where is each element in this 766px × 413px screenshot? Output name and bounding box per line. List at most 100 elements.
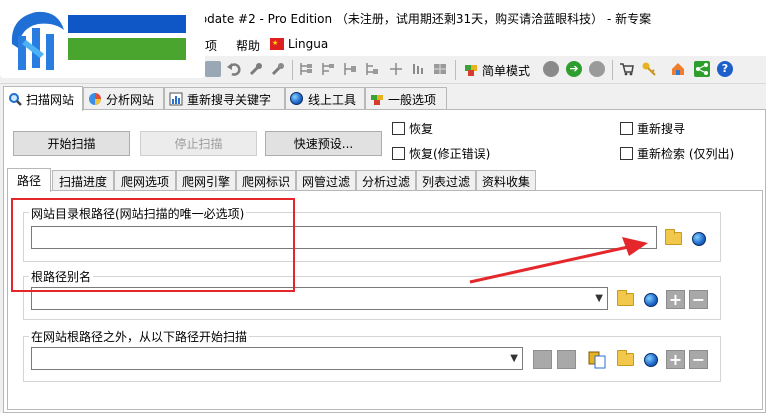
alias-browse-button[interactable] [615, 289, 636, 310]
split-icon[interactable] [388, 61, 404, 77]
checkbox-box[interactable] [620, 122, 633, 135]
undo-icon[interactable] [226, 61, 242, 77]
globe-icon [290, 92, 304, 106]
tree-level-icon[interactable] [342, 61, 358, 77]
globe-icon [643, 292, 658, 307]
help-icon[interactable]: ? [717, 61, 733, 77]
folder-icon [617, 290, 634, 306]
main-tabs: 扫描网站 分析网站 重新搜寻关键字 线上工具 一般选项 [0, 86, 766, 111]
toolbar-separator [612, 60, 613, 80]
menu-help[interactable]: 帮助 [236, 37, 260, 54]
key-icon[interactable] [641, 61, 657, 77]
watermark-logo [0, 0, 205, 78]
outside-add-button[interactable]: + [665, 349, 686, 370]
tab-analyze-site[interactable]: 分析网站 [83, 87, 164, 110]
tab-path[interactable]: 路径 [7, 168, 51, 192]
tab-research-keywords[interactable]: 重新搜寻关键字 [164, 87, 285, 110]
folder-icon [617, 350, 634, 366]
resume-checkbox[interactable]: 恢复 [392, 120, 433, 137]
menu-options[interactable]: 项 [205, 37, 217, 54]
copy-paste-icon [588, 351, 605, 368]
tab-scan-progress[interactable]: 扫描进度 [52, 170, 114, 191]
checkbox-box[interactable] [392, 122, 405, 135]
outside-root-label: 在网站根路径之外，从以下路径开始扫描 [29, 328, 250, 345]
tab-label: 一般选项 [388, 92, 437, 107]
pie-chart-icon [88, 92, 102, 106]
china-flag-icon: ★ [270, 38, 284, 50]
outside-copy-button[interactable] [586, 349, 607, 370]
save-icon[interactable] [205, 61, 221, 77]
window-title: Jpdate #2 - Pro Edition （未注册，试用期还剩31天，购买… [196, 12, 652, 26]
resume-fix-checkbox[interactable]: 恢复(修正错误) [392, 145, 490, 162]
stop-scan-button[interactable]: 停止扫描 [140, 131, 257, 156]
annotation-highlight-box [11, 198, 295, 292]
checkbox-box[interactable] [620, 147, 633, 160]
folder-icon [665, 229, 682, 245]
tab-label: 重新搜寻关键字 [187, 92, 272, 107]
cart-icon[interactable] [619, 61, 635, 77]
menu-lingua[interactable]: Lingua [288, 37, 328, 51]
tools-icon[interactable] [270, 61, 286, 77]
tab-general-options[interactable]: 一般选项 [365, 87, 447, 110]
tab-analysis-filter[interactable]: 分析过滤 [356, 170, 416, 191]
chart-icon [169, 92, 183, 106]
tab-list-filter[interactable]: 列表过滤 [416, 170, 476, 191]
alias-remove-button[interactable]: − [688, 289, 709, 310]
chevron-down-icon[interactable]: ▼ [510, 353, 518, 364]
tab-crawl-identity[interactable]: 爬网标识 [236, 170, 296, 191]
outside-web-button[interactable] [640, 349, 661, 370]
browse-folder-button[interactable] [663, 228, 684, 249]
tab-crawl-engine[interactable]: 爬网引擎 [176, 170, 236, 191]
tab-online-tools[interactable]: 线上工具 [285, 87, 365, 110]
go-icon[interactable]: ➔ [566, 61, 582, 77]
alias-web-button[interactable] [640, 289, 661, 310]
toolbar-separator [455, 60, 456, 80]
plus-icon: + [666, 350, 685, 369]
gray-square-icon [557, 350, 576, 369]
recheck-checkbox[interactable]: 重新检索 (仅列出) [620, 145, 734, 162]
plus-icon: + [666, 290, 685, 309]
minus-icon: − [689, 350, 708, 369]
globe-icon [691, 231, 706, 246]
tab-scan-site[interactable]: 扫描网站 [3, 86, 83, 111]
tab-data-collection[interactable]: 资料收集 [476, 170, 536, 191]
tab-webmaster-filter[interactable]: 网管过滤 [296, 170, 356, 191]
checkbox-box[interactable] [392, 147, 405, 160]
outside-move-up-button[interactable] [532, 349, 553, 370]
logo-green-band [68, 38, 186, 60]
tree-collapse-icon[interactable] [320, 61, 336, 77]
tree-expand-icon[interactable] [298, 61, 314, 77]
tab-label: 分析网站 [106, 92, 155, 107]
logo-blue-band [68, 15, 186, 33]
refresh-icon[interactable] [589, 61, 605, 77]
grid-icon[interactable] [432, 61, 448, 77]
simple-mode-button[interactable]: 简单模式 [482, 62, 530, 79]
open-web-button[interactable] [688, 228, 709, 249]
stop-icon[interactable] [543, 61, 559, 77]
puzzle-icon[interactable] [463, 61, 479, 77]
tree-move-icon[interactable] [364, 61, 380, 77]
home-icon[interactable] [670, 61, 686, 77]
wrench-icon[interactable] [248, 61, 264, 77]
logo-emblem-icon [11, 11, 64, 70]
chevron-down-icon[interactable]: ▼ [595, 293, 603, 304]
puzzle-icon [370, 92, 384, 106]
globe-icon [643, 352, 658, 367]
sort-icon[interactable] [410, 61, 426, 77]
outside-remove-button[interactable]: − [688, 349, 709, 370]
outside-move-down-button[interactable] [556, 349, 577, 370]
quick-preset-button[interactable]: 快速预设... [265, 131, 382, 156]
share-icon[interactable] [694, 61, 710, 77]
alias-add-button[interactable]: + [665, 289, 686, 310]
minus-icon: − [689, 290, 708, 309]
tab-crawl-options[interactable]: 爬网选项 [114, 170, 176, 191]
recheck-label: 重新检索 (仅列出) [637, 147, 735, 161]
resume-label: 恢复 [409, 122, 434, 136]
resume-fix-label: 恢复(修正错误) [409, 147, 491, 161]
start-scan-button[interactable]: 开始扫描 [13, 131, 130, 156]
tab-label: 扫描网站 [26, 92, 75, 107]
rescan-checkbox[interactable]: 重新搜寻 [620, 120, 685, 137]
tab-label: 线上工具 [308, 92, 357, 107]
outside-root-combo[interactable]: ▼ [31, 347, 523, 370]
outside-browse-button[interactable] [615, 349, 636, 370]
